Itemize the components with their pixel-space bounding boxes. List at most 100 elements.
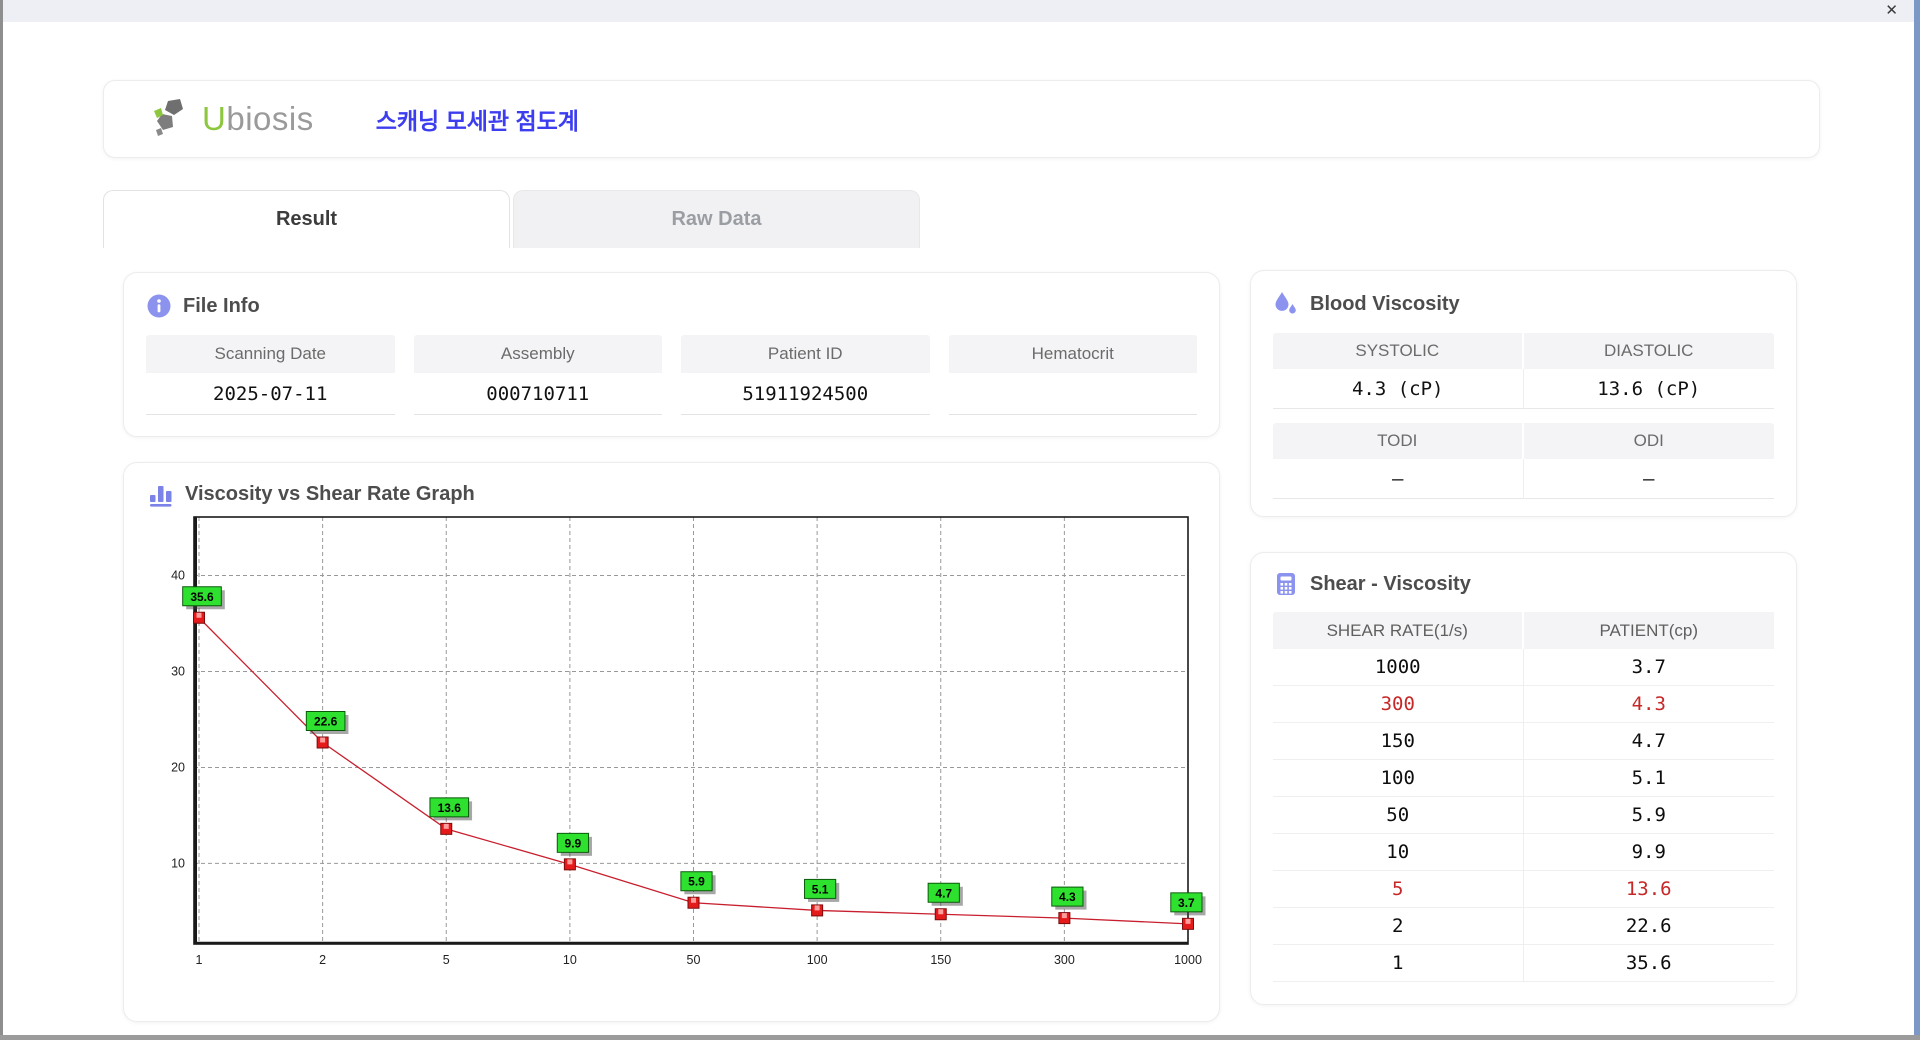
data-point-marker-notch (814, 905, 820, 911)
x-axis-tick-label: 300 (1054, 953, 1075, 967)
app-root: Ubiosis 스캐닝 모세관 점도계 Result Raw Data File… (103, 22, 1820, 1022)
shear-rate-cell: 100 (1273, 760, 1524, 797)
x-axis-tick-label: 5 (443, 953, 450, 967)
table-row: 2 22.6 (1273, 908, 1774, 945)
y-axis-tick-label: 40 (171, 569, 185, 583)
shear-rate-cell: 150 (1273, 723, 1524, 760)
field-label: Assembly (413, 335, 662, 373)
data-point-marker-notch (443, 823, 449, 829)
info-icon (147, 294, 171, 318)
data-point-marker-notch (1185, 918, 1191, 924)
metric-value: 13.6 (cP) (1523, 369, 1774, 409)
table-header-row: SHEAR RATE(1/s) PATIENT(cp) (1273, 612, 1774, 649)
window-bottom-edge (0, 1035, 1920, 1040)
file-info-label: File Info (183, 294, 260, 317)
patient-value-cell: 4.7 (1523, 723, 1774, 760)
data-point-marker-notch (567, 859, 573, 865)
file-info-field: Scanning Date 2025-07-11 (146, 335, 395, 415)
metric-label: TODI (1273, 423, 1524, 459)
point-label-text: 13.6 (438, 801, 462, 815)
metric-label: ODI (1523, 423, 1774, 459)
column-header-patient: PATIENT(cp) (1523, 612, 1774, 649)
window-close-button[interactable]: ✕ (1885, 0, 1898, 22)
blood-viscosity-label: Blood Viscosity (1310, 292, 1460, 315)
y-axis-tick-label: 10 (171, 856, 185, 870)
table-row: 10 9.9 (1273, 834, 1774, 871)
ubiosis-logo: Ubiosis (150, 97, 314, 141)
point-label-text: 4.7 (935, 886, 952, 900)
tab-result[interactable]: Result (103, 190, 510, 248)
ubiosis-logo-icon (154, 99, 183, 136)
point-label-text: 5.9 (688, 875, 705, 889)
x-axis-tick-label: 1000 (1174, 953, 1202, 967)
file-info-field: Assembly 000710711 (413, 335, 662, 415)
calculator-icon (1277, 573, 1295, 595)
main-content: File Info Scanning Date 2025-07-11 Assem… (103, 248, 1820, 1022)
table-row: 150 4.7 (1273, 723, 1774, 760)
data-point-marker-notch (1061, 913, 1067, 919)
metric-value: – (1273, 459, 1524, 499)
shear-viscosity-label: Shear - Viscosity (1310, 572, 1471, 595)
shear-rate-cell: 50 (1273, 797, 1524, 834)
tab-raw-data[interactable]: Raw Data (513, 190, 920, 248)
app-header: Ubiosis 스캐닝 모세관 점도계 (103, 80, 1820, 158)
blood-viscosity-table: SYSTOLIC DIASTOLIC 4.3 (cP) 13.6 (cP) TO… (1273, 333, 1774, 499)
patient-value-cell: 35.6 (1523, 945, 1774, 982)
table-row: 1 35.6 (1273, 945, 1774, 982)
file-info-title: File Info (146, 293, 1197, 319)
shear-viscosity-panel: Shear - Viscosity SHEAR RATE(1/s) PATIEN… (1250, 552, 1797, 1005)
table-row: 100 5.1 (1273, 760, 1774, 797)
blood-viscosity-panel: Blood Viscosity SYSTOLIC DIASTOLIC 4.3 (… (1250, 270, 1797, 517)
metric-label: DIASTOLIC (1523, 333, 1774, 369)
y-axis-tick-label: 30 (171, 664, 185, 678)
patient-value-cell: 4.3 (1523, 686, 1774, 723)
tab-bar: Result Raw Data (103, 190, 1820, 248)
metric-value: – (1523, 459, 1774, 499)
graph-title: Viscosity vs Shear Rate Graph (124, 481, 1219, 507)
graph-title-label: Viscosity vs Shear Rate Graph (185, 482, 475, 505)
field-label: Patient ID (681, 335, 930, 373)
file-info-field: Hematocrit (948, 335, 1197, 415)
viscosity-shear-chart: 10 20 30 40 1 2 5 10 50 100 150 300 1000 35.6 22.6 13.6… (171, 516, 1206, 967)
shear-rate-cell: 1000 (1273, 649, 1524, 686)
file-info-panel: File Info Scanning Date 2025-07-11 Assem… (123, 272, 1220, 437)
patient-value-cell: 5.1 (1523, 760, 1774, 797)
shear-viscosity-title: Shear - Viscosity (1273, 571, 1774, 597)
point-label-text: 22.6 (314, 714, 338, 728)
data-point-marker-notch (196, 612, 202, 618)
data-point-marker-notch (691, 897, 696, 903)
viscosity-graph-panel: Viscosity vs Shear Rate Graph 10 20 30 40 1 2… (123, 462, 1220, 1022)
shear-rate-cell: 300 (1273, 686, 1524, 723)
table-row: 5 13.6 (1273, 871, 1774, 908)
data-point-marker-notch (938, 909, 944, 915)
y-axis-tick-label: 20 (171, 760, 185, 774)
point-label-text: 4.3 (1059, 890, 1076, 904)
blood-viscosity-title: Blood Viscosity (1273, 291, 1774, 317)
shear-rate-cell: 10 (1273, 834, 1524, 871)
x-axis-tick-label: 1 (196, 953, 203, 967)
patient-value-cell: 22.6 (1523, 908, 1774, 945)
field-label: Hematocrit (948, 335, 1197, 373)
field-value (948, 373, 1197, 415)
table-row: 50 5.9 (1273, 797, 1774, 834)
file-info-grid: Scanning Date 2025-07-11 Assembly 000710… (146, 335, 1197, 415)
field-value: 51911924500 (681, 373, 930, 415)
x-axis-tick-label: 100 (807, 953, 828, 967)
metric-value: 4.3 (cP) (1273, 369, 1524, 409)
patient-value-cell: 9.9 (1523, 834, 1774, 871)
column-header-shear-rate: SHEAR RATE(1/s) (1273, 612, 1524, 649)
file-info-field: Patient ID 51911924500 (681, 335, 930, 415)
table-row: 300 4.3 (1273, 686, 1774, 723)
field-value: 2025-07-11 (146, 373, 395, 415)
x-axis-tick-label: 150 (930, 953, 951, 967)
point-label-text: 9.9 (565, 836, 582, 850)
shear-rate-cell: 5 (1273, 871, 1524, 908)
x-axis-tick-label: 10 (563, 953, 577, 967)
x-axis-tick-label: 50 (687, 953, 701, 967)
patient-value-cell: 13.6 (1523, 871, 1774, 908)
x-axis-tick-label: 2 (319, 953, 326, 967)
window-right-edge (1914, 0, 1920, 1040)
patient-value-cell: 3.7 (1523, 649, 1774, 686)
point-label-text: 35.6 (190, 590, 214, 604)
data-point-marker-notch (320, 737, 326, 743)
